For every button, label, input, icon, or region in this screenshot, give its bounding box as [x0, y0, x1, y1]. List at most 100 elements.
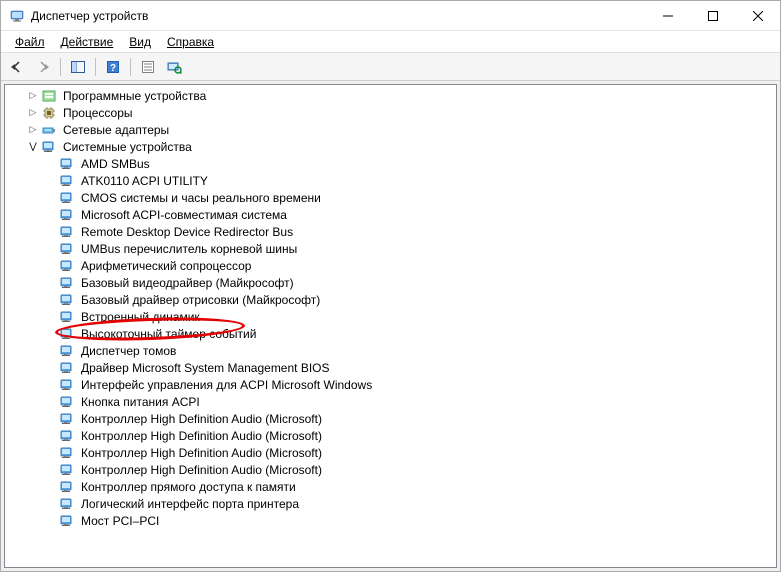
system-device-icon	[59, 224, 75, 240]
tree-label: UMBus перечислитель корневой шины	[79, 242, 299, 256]
tree-label: Встроенный динамик	[79, 310, 202, 324]
system-device-icon	[59, 275, 75, 291]
system-device-icon	[59, 360, 75, 376]
system-device-icon	[59, 343, 75, 359]
system-device-icon	[41, 139, 57, 155]
system-device-icon	[59, 462, 75, 478]
menu-view[interactable]: Вид	[121, 33, 159, 51]
system-device-icon	[59, 258, 75, 274]
menubar: Файл Действие Вид Справка	[1, 31, 780, 53]
tree-node-dma[interactable]: Контроллер прямого доступа к памяти	[5, 478, 776, 495]
close-button[interactable]	[735, 1, 780, 30]
tree-label: ATK0110 ACPI UTILITY	[79, 174, 210, 188]
tree-label: Remote Desktop Device Redirector Bus	[79, 225, 295, 239]
chevron-down-icon[interactable]: ⋁	[27, 141, 39, 153]
tree-label: Контроллер High Definition Audio (Micros…	[79, 446, 324, 460]
system-device-icon	[59, 173, 75, 189]
tree-label: Контроллер High Definition Audio (Micros…	[79, 412, 324, 426]
tree-node-umbus[interactable]: UMBus перечислитель корневой шины	[5, 240, 776, 257]
tree-node-hd-audio-2[interactable]: Контроллер High Definition Audio (Micros…	[5, 427, 776, 444]
tree-label: Драйвер Microsoft System Management BIOS	[79, 361, 332, 375]
system-device-icon	[59, 326, 75, 342]
tree-node-software-devices[interactable]: ▷ Программные устройства	[5, 87, 776, 104]
tree-label: CMOS системы и часы реального времени	[79, 191, 323, 205]
device-tree: ▷ Программные устройства ▷ Процессоры	[5, 85, 776, 531]
tree-node-basic-render[interactable]: Базовый драйвер отрисовки (Майкрософт)	[5, 291, 776, 308]
tree-node-printer-port[interactable]: Логический интерфейс порта принтера	[5, 495, 776, 512]
tree-node-ms-acpi[interactable]: Microsoft ACPI-совместимая система	[5, 206, 776, 223]
toolbar-separator	[95, 58, 96, 76]
menu-action[interactable]: Действие	[53, 33, 122, 51]
maximize-button[interactable]	[690, 1, 735, 30]
help-button[interactable]: ?	[101, 56, 125, 78]
system-device-icon	[59, 377, 75, 393]
tree-label: Контроллер High Definition Audio (Micros…	[79, 429, 324, 443]
tree-label: Высокоточный таймер событий	[79, 327, 258, 341]
minimize-button[interactable]	[645, 1, 690, 30]
tree-node-arith[interactable]: Арифметический сопроцессор	[5, 257, 776, 274]
device-tree-scroll[interactable]: ▷ Программные устройства ▷ Процессоры	[4, 84, 777, 568]
menu-file[interactable]: Файл	[7, 33, 53, 51]
chevron-right-icon[interactable]: ▷	[27, 107, 39, 119]
tree-node-hd-audio-1[interactable]: Контроллер High Definition Audio (Micros…	[5, 410, 776, 427]
tree-node-network-adapters[interactable]: ▷ Сетевые адаптеры	[5, 121, 776, 138]
system-device-icon	[59, 156, 75, 172]
show-hide-tree-button[interactable]	[66, 56, 90, 78]
tree-label: Контроллер High Definition Audio (Micros…	[79, 463, 324, 477]
cpu-icon	[41, 105, 57, 121]
tree-node-basic-video[interactable]: Базовый видеодрайвер (Майкрософт)	[5, 274, 776, 291]
tree-node-hpet[interactable]: Высокоточный таймер событий	[5, 325, 776, 342]
chevron-right-icon[interactable]: ▷	[27, 90, 39, 102]
tree-node-cmos[interactable]: CMOS системы и часы реального времени	[5, 189, 776, 206]
back-button[interactable]	[5, 56, 29, 78]
tree-label: Диспетчер томов	[79, 344, 178, 358]
tree-label: Сетевые адаптеры	[61, 123, 171, 137]
menu-help[interactable]: Справка	[159, 33, 222, 51]
properties-button[interactable]	[136, 56, 160, 78]
tree-label: Арифметический сопроцессор	[79, 259, 253, 273]
tree-node-processors[interactable]: ▷ Процессоры	[5, 104, 776, 121]
tree-node-hd-audio-4[interactable]: Контроллер High Definition Audio (Micros…	[5, 461, 776, 478]
titlebar: Диспетчер устройств	[1, 1, 780, 31]
tree-node-system-devices[interactable]: ⋁ Системные устройства	[5, 138, 776, 155]
system-device-icon	[59, 411, 75, 427]
tree-label: Системные устройства	[61, 140, 194, 154]
system-device-icon	[59, 445, 75, 461]
tree-label: Процессоры	[61, 106, 135, 120]
forward-button[interactable]	[31, 56, 55, 78]
window-title: Диспетчер устройств	[31, 9, 645, 23]
tree-label: Мост PCI–PCI	[79, 514, 161, 528]
tree-node-rdp-redir[interactable]: Remote Desktop Device Redirector Bus	[5, 223, 776, 240]
tree-label: Контроллер прямого доступа к памяти	[79, 480, 298, 494]
tree-node-pwr-btn[interactable]: Кнопка питания ACPI	[5, 393, 776, 410]
toolbar: ?	[1, 53, 780, 81]
system-device-icon	[59, 190, 75, 206]
window-controls	[645, 1, 780, 30]
device-manager-window: Диспетчер устройств Файл Действие Вид Сп…	[0, 0, 781, 572]
tree-node-amd-smbus[interactable]: AMD SMBus	[5, 155, 776, 172]
tree-node-volmgr[interactable]: Диспетчер томов	[5, 342, 776, 359]
tree-label: AMD SMBus	[79, 157, 152, 171]
tree-node-acpi-iface[interactable]: Интерфейс управления для ACPI Microsoft …	[5, 376, 776, 393]
system-device-icon	[59, 309, 75, 325]
tree-label: Программные устройства	[61, 89, 208, 103]
svg-text:?: ?	[110, 63, 116, 74]
chevron-right-icon[interactable]: ▷	[27, 124, 39, 136]
content-area: ▷ Программные устройства ▷ Процессоры	[1, 81, 780, 571]
tree-label: Логический интерфейс порта принтера	[79, 497, 301, 511]
tree-node-hd-audio-3[interactable]: Контроллер High Definition Audio (Micros…	[5, 444, 776, 461]
scan-hardware-button[interactable]	[162, 56, 186, 78]
system-device-icon	[59, 394, 75, 410]
tree-node-pci-bridge[interactable]: Мост PCI–PCI	[5, 512, 776, 529]
toolbar-separator	[130, 58, 131, 76]
tree-label: Microsoft ACPI-совместимая система	[79, 208, 289, 222]
system-device-icon	[59, 207, 75, 223]
toolbar-separator	[60, 58, 61, 76]
system-device-icon	[59, 513, 75, 529]
tree-label: Интерфейс управления для ACPI Microsoft …	[79, 378, 374, 392]
tree-node-atk[interactable]: ATK0110 ACPI UTILITY	[5, 172, 776, 189]
system-device-icon	[59, 428, 75, 444]
tree-node-smbios[interactable]: Драйвер Microsoft System Management BIOS	[5, 359, 776, 376]
device-category-icon	[41, 88, 57, 104]
tree-node-builtin-speaker[interactable]: Встроенный динамик	[5, 308, 776, 325]
